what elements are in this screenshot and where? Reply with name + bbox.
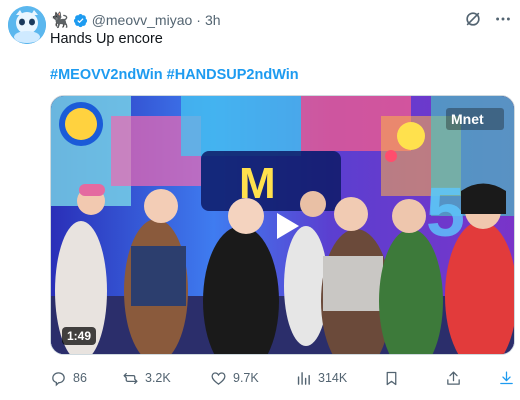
repost-count: 3.2K [145,371,171,385]
bookmark-button[interactable] [383,367,400,389]
share-button[interactable] [445,367,462,389]
grok-icon[interactable] [462,8,484,30]
reply-button[interactable]: 86 [50,367,87,389]
tweet-text: Hands Up encore [50,31,163,47]
video-player[interactable]: M 5 Mnet 1:49 [50,95,515,355]
view-count: 314K [318,371,348,385]
analytics-icon [297,371,310,385]
display-name-emoji[interactable]: 🐈‍⬛ [50,13,69,28]
play-icon[interactable] [263,204,307,248]
reply-icon [52,371,65,386]
tweet-card[interactable]: 🐈‍⬛ @meovv_miyao · 3h Hands Up encore #M… [0,0,520,400]
action-bar: 86 3.2K 9.7K 314K [50,367,515,389]
like-count: 9.7K [233,371,259,385]
download-icon [500,370,513,384]
repost-icon [123,372,138,384]
like-button[interactable]: 9.7K [210,367,259,389]
play-button[interactable] [263,204,307,248]
repost-button[interactable]: 3.2K [122,367,171,389]
more-options-icon[interactable] [492,8,514,30]
separator-dot: · [196,12,201,28]
tweet-header: 🐈‍⬛ @meovv_miyao · 3h [50,10,221,30]
hashtag-link[interactable]: #MEOVV2ndWin [50,67,163,83]
heart-icon [211,371,226,385]
bookmark-icon [386,371,397,385]
share-icon [447,370,460,385]
verified-badge-icon [73,13,87,27]
download-button[interactable] [498,367,515,389]
timestamp[interactable]: 3h [205,12,221,28]
avatar[interactable] [8,6,46,44]
hashtag-link[interactable]: #HANDSUP2ndWin [167,67,299,83]
hashtag-row: #MEOVV2ndWin #HANDSUP2ndWin [50,67,303,83]
mnet-logo: Mnet [451,111,484,127]
reply-count: 86 [73,371,87,385]
video-duration-badge: 1:49 [62,327,97,345]
views-button[interactable]: 314K [295,367,347,389]
user-handle[interactable]: @meovv_miyao [92,12,193,28]
